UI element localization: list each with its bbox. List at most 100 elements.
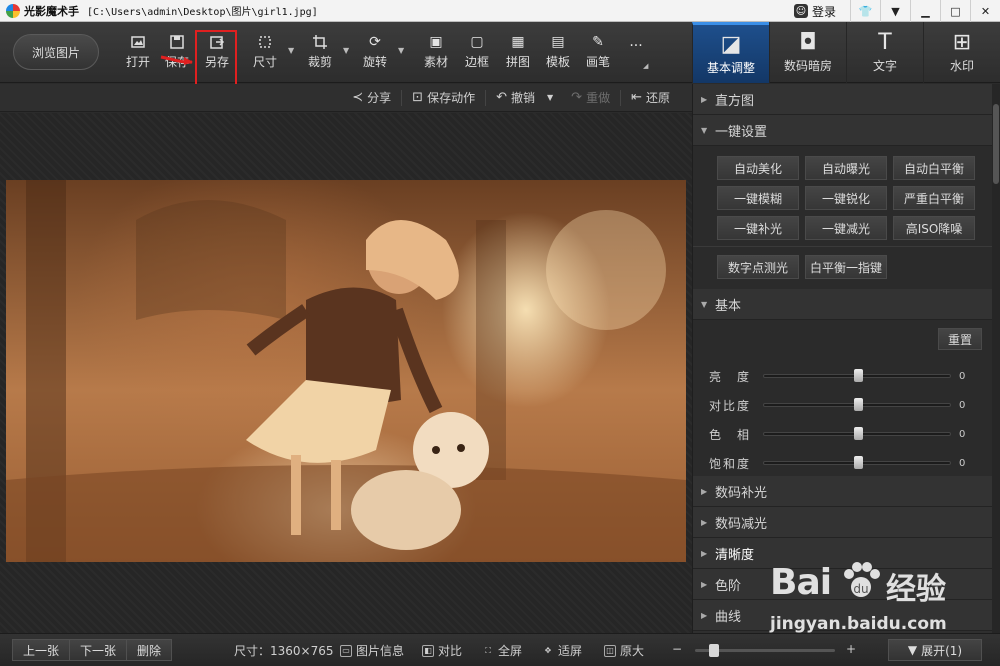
slider-thumb[interactable]	[854, 369, 863, 382]
strong-white-balance-button[interactable]: 严重白平衡	[893, 186, 975, 210]
zoom-in-button[interactable]: +	[846, 642, 856, 656]
slider-thumb[interactable]	[854, 427, 863, 440]
previous-image-button[interactable]: 上一张	[12, 639, 71, 661]
material-button[interactable]: ▣ 素材	[418, 34, 454, 74]
section-one-click[interactable]: ▼ 一键设置	[693, 115, 1000, 146]
high-iso-denoise-button[interactable]: 高ISO降噪	[893, 216, 975, 240]
open-button[interactable]: 打开	[120, 34, 156, 74]
undo-button[interactable]: ↶ 撤销 ▼	[488, 89, 561, 106]
save-action-icon: ⊡	[412, 90, 424, 105]
crop-label: 裁剪	[307, 55, 332, 69]
rotate-label: 旋转	[362, 55, 387, 69]
zoom-slider[interactable]	[695, 644, 835, 657]
one-click-fill-light-button[interactable]: 一键补光	[717, 216, 799, 240]
undo-dropdown-icon[interactable]: ▼	[547, 93, 553, 102]
section-levels[interactable]: ▶ 色阶	[693, 569, 1000, 600]
section-digital-reduce-light[interactable]: ▶ 数码减光	[693, 507, 1000, 538]
restore-button[interactable]: ⇤ 还原	[623, 89, 678, 106]
contrast-slider[interactable]: 对比度 0	[709, 397, 979, 413]
toolbar-expand-icon[interactable]: ◢	[643, 62, 648, 70]
collage-icon: ▦	[511, 34, 525, 50]
rotate-button[interactable]: ⟳ 旋转	[357, 34, 393, 74]
fullscreen-button[interactable]: ⛶ 全屏	[482, 642, 522, 659]
close-button[interactable]: ✕	[970, 0, 1000, 22]
expand-button[interactable]: ▼ 展开(1)	[888, 639, 982, 661]
section-basic[interactable]: ▼ 基本	[693, 289, 1000, 320]
zoom-slider-thumb[interactable]	[709, 644, 719, 657]
brightness-slider[interactable]: 亮 度 0	[709, 368, 979, 384]
slider-label: 亮 度	[709, 369, 752, 384]
slider-track[interactable]	[763, 398, 951, 411]
tab-darkroom[interactable]: ◘ 数码暗房	[769, 22, 846, 83]
open-label: 打开	[125, 55, 150, 69]
template-button[interactable]: ▤ 模板	[540, 34, 576, 74]
maximize-button[interactable]: □	[940, 0, 970, 22]
more-tools-button[interactable]: ...	[618, 34, 654, 74]
browse-images-button[interactable]: 浏览图片	[13, 34, 99, 70]
section-label: 数码减光	[715, 516, 768, 532]
redo-button[interactable]: ↷ 重做	[563, 89, 618, 106]
resize-button[interactable]: 尺寸	[247, 34, 283, 74]
tab-text[interactable]: T 文字	[846, 22, 923, 83]
hue-slider[interactable]: 色 相 0	[709, 426, 979, 442]
image-info-button[interactable]: ▭ 图片信息	[340, 642, 404, 659]
resize-dropdown-icon[interactable]: ▼	[288, 46, 294, 55]
one-click-reduce-light-button[interactable]: 一键减光	[805, 216, 887, 240]
crop-button[interactable]: 裁剪	[302, 34, 338, 74]
user-icon: ☺	[793, 4, 808, 18]
brush-button[interactable]: ✎ 画笔	[580, 34, 616, 74]
section-histogram[interactable]: ▶ 直方图	[693, 84, 1000, 115]
compare-button[interactable]: ◧ 对比	[422, 642, 462, 659]
slider-value: 0	[959, 457, 966, 469]
tab-watermark[interactable]: ⊞ 水印	[923, 22, 1000, 83]
rotate-dropdown-icon[interactable]: ▼	[398, 46, 404, 55]
collage-button[interactable]: ▦ 拼图	[500, 34, 536, 74]
tab-label: 数码暗房	[783, 59, 832, 73]
next-image-button[interactable]: 下一张	[69, 639, 128, 661]
original-size-button[interactable]: ◫ 原大	[604, 642, 644, 659]
template-label: 模板	[545, 55, 570, 69]
one-click-sharpen-button[interactable]: 一键锐化	[805, 186, 887, 210]
digital-spot-metering-button[interactable]: 数字点测光	[717, 255, 799, 279]
slider-track[interactable]	[763, 427, 951, 440]
panel-scrollbar[interactable]	[992, 84, 1000, 633]
section-label: 一键设置	[715, 124, 768, 140]
brush-icon: ✎	[592, 34, 604, 50]
section-digital-fill-light[interactable]: ▶ 数码补光	[693, 476, 1000, 507]
border-icon: ▢	[470, 34, 484, 50]
image-canvas[interactable]	[0, 113, 692, 633]
slider-thumb[interactable]	[854, 456, 863, 469]
section-curves[interactable]: ▶ 曲线	[693, 600, 1000, 631]
crop-icon	[312, 34, 328, 50]
fit-screen-button[interactable]: ✥ 适屏	[542, 642, 582, 659]
skin-button[interactable]: 👕	[850, 0, 880, 22]
crop-dropdown-icon[interactable]: ▼	[343, 46, 349, 55]
material-icon: ▣	[429, 34, 443, 50]
minimize-button[interactable]: ▁	[910, 0, 940, 22]
section-clarity[interactable]: ▶ 清晰度	[693, 538, 1000, 569]
expanded-arrow-icon: ▼	[701, 299, 708, 309]
auto-white-balance-button[interactable]: 自动白平衡	[893, 156, 975, 180]
share-button[interactable]: ≺ 分享	[344, 89, 399, 106]
slider-thumb[interactable]	[854, 398, 863, 411]
slider-track[interactable]	[763, 369, 951, 382]
share-label: 分享	[367, 91, 392, 105]
save-action-button[interactable]: ⊡ 保存动作	[404, 89, 483, 106]
slider-track[interactable]	[763, 456, 951, 469]
restore-label: 还原	[645, 91, 670, 105]
tab-basic-adjust[interactable]: ◪ 基本调整	[692, 22, 769, 83]
undo-label: 撤销	[510, 91, 535, 105]
border-button[interactable]: ▢ 边框	[459, 34, 495, 74]
shirt-icon: 👕	[858, 4, 873, 18]
auto-exposure-button[interactable]: 自动曝光	[805, 156, 887, 180]
zoom-out-button[interactable]: −	[672, 642, 682, 656]
reset-button[interactable]: 重置	[938, 328, 982, 350]
scrollbar-thumb[interactable]	[993, 104, 999, 184]
menu-button[interactable]: ▼	[880, 0, 910, 22]
login-button[interactable]: ☺ 登录	[786, 3, 850, 20]
delete-button[interactable]: 删除	[126, 639, 173, 661]
one-click-blur-button[interactable]: 一键模糊	[717, 186, 799, 210]
auto-beautify-button[interactable]: 自动美化	[717, 156, 799, 180]
white-balance-picker-button[interactable]: 白平衡一指键	[805, 255, 887, 279]
saturation-slider[interactable]: 饱和度 0	[709, 455, 979, 471]
